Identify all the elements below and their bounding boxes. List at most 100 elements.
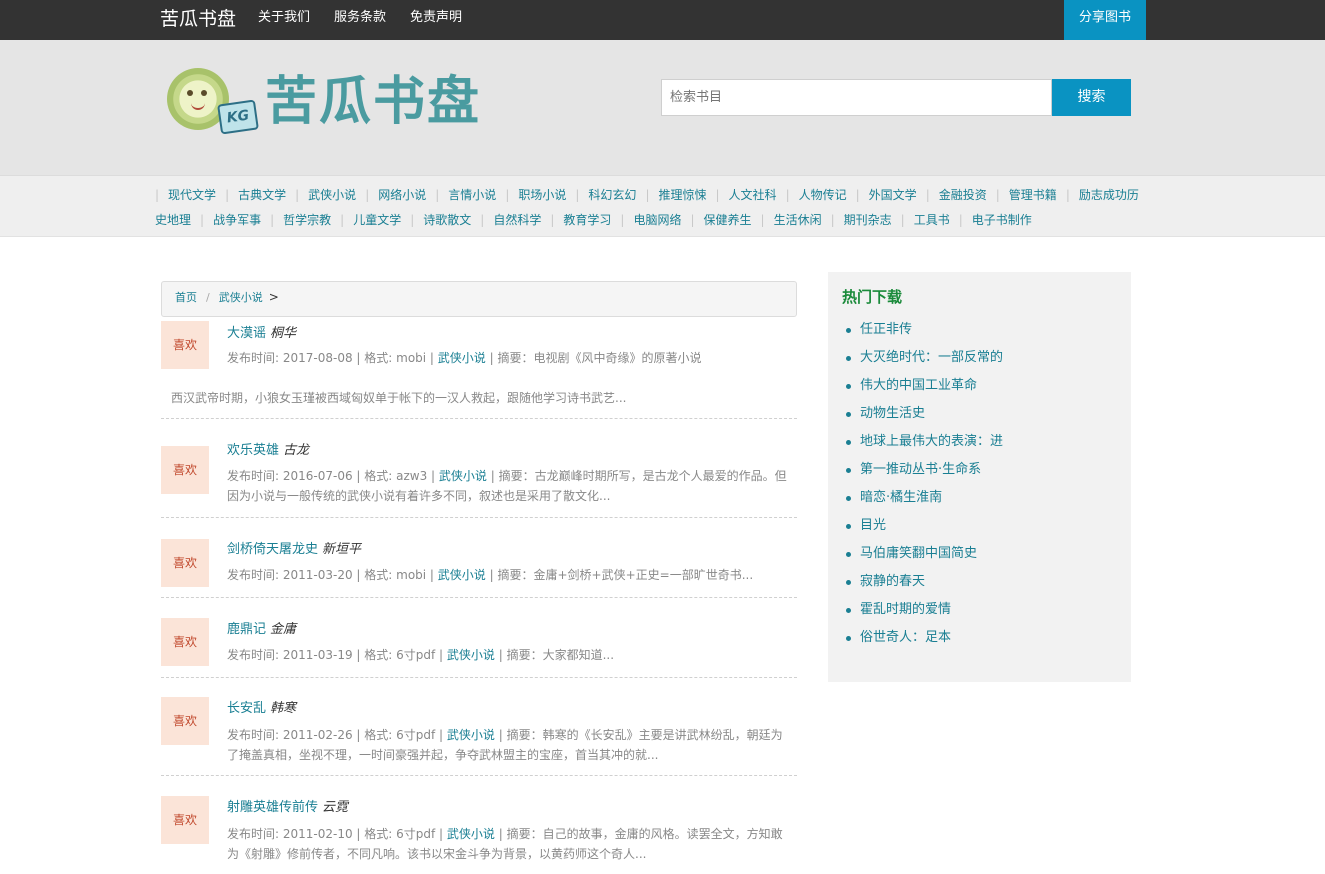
category-link[interactable]: 推理惊悚 [658,188,706,202]
book-category-link[interactable]: 武侠小说 [438,351,486,365]
like-button[interactable]: 喜欢 [161,618,209,666]
category-separator: | [550,213,555,227]
book-category-link[interactable]: 武侠小说 [447,827,495,841]
category-link[interactable]: 管理书籍 [1009,188,1057,202]
breadcrumb-home-link[interactable]: 首页 [175,291,197,304]
category-nav: | 现代文学 | 古典文学 | 武侠小说 | 网络小说 | 言情小说 | 职场小说 | 科幻玄幻 | 推理惊悚… [0,175,1325,237]
like-button[interactable]: 喜欢 [161,796,209,844]
hot-download-link[interactable]: 马伯庸笑翻中国简史 [846,540,1003,568]
book-title[interactable]: 长安乱 [227,701,266,716]
meta-info: 发布时间: 2016-07-06 | 格式: azw3 | [227,469,439,483]
book-title[interactable]: 鹿鼎记 [227,622,266,637]
like-button[interactable]: 喜欢 [161,446,209,494]
category-link[interactable]: 自然科学 [493,213,541,227]
category-link[interactable]: 外国文学 [869,188,917,202]
book-list-item: 喜欢 鹿鼎记 金庸 发布时间: 2011-03-19 | 格式: 6寸pdf | … [161,617,797,678]
like-button[interactable]: 喜欢 [161,539,209,587]
category-separator: | [645,188,650,202]
category-link[interactable]: 工具书 [914,213,950,227]
book-category-link[interactable]: 武侠小说 [447,728,495,742]
category-separator: | [760,213,765,227]
breadcrumb-arrow: > [268,290,279,304]
category-link[interactable]: 哲学宗教 [283,213,331,227]
hot-download-link[interactable]: 暗恋·橘生淮南 [846,484,1003,512]
category-link[interactable]: 金融投资 [939,188,987,202]
logo-title: 苦瓜书盘 [265,72,482,132]
category-link[interactable]: 战争军事 [213,213,261,227]
category-link[interactable]: 武侠小说 [308,188,356,202]
hot-download-link[interactable]: 伟大的中国工业革命 [846,372,1003,400]
hot-download-link[interactable]: 第一推动丛书·生命系 [846,456,1003,484]
book-title[interactable]: 大漠谣 [227,326,266,341]
book-title-link[interactable]: 鹿鼎记 金庸 [227,618,296,637]
category-separator: | [435,188,440,202]
category-link[interactable]: 电子书制作 [972,213,1032,227]
hot-download-link[interactable]: 霍乱时期的爱情 [846,596,1003,624]
category-link[interactable]: 现代文学 [168,188,216,202]
hot-download-link[interactable]: 目光 [846,512,1003,540]
hot-download-link[interactable]: 俗世奇人：足本 [846,624,1003,652]
meta-info: 发布时间: 2017-08-08 | 格式: mobi | [227,351,438,365]
category-link[interactable]: 儿童文学 [353,213,401,227]
book-category-link[interactable]: 武侠小说 [439,469,487,483]
book-author: 韩寒 [270,701,297,716]
nav-terms-link[interactable]: 服务条款 [322,0,398,40]
book-meta: 发布时间: 2016-07-06 | 格式: azw3 | 武侠小说 | 摘要：… [227,466,789,506]
category-link[interactable]: 网络小说 [378,188,426,202]
like-button[interactable]: 喜欢 [161,697,209,745]
category-separator: | [925,188,930,202]
brand-link[interactable]: 苦瓜书盘 [160,6,236,32]
book-category-link[interactable]: 武侠小说 [447,648,495,662]
category-separator: | [995,188,1000,202]
site-logo[interactable]: KG 苦瓜书盘 [165,66,485,138]
hot-download-link[interactable]: 动物生活史 [846,400,1003,428]
category-link[interactable]: 人物传记 [799,188,847,202]
category-link[interactable]: 人文社科 [729,188,777,202]
search-input[interactable] [661,79,1052,116]
category-link[interactable]: 生活休闲 [774,213,822,227]
nav-disclaimer-link[interactable]: 免责声明 [398,0,474,40]
book-title-link[interactable]: 大漠谣 桐华 [227,322,296,341]
book-title[interactable]: 射雕英雄传前传 [227,800,318,815]
hot-download-link[interactable]: 任正非传 [846,316,1003,344]
category-list: | 现代文学 | 古典文学 | 武侠小说 | 网络小说 | 言情小说 | 职场小说 | 科幻玄幻 | 推理惊悚… [155,183,1145,233]
search-button[interactable]: 搜索 [1052,79,1131,116]
category-link[interactable]: 诗歌散文 [423,213,471,227]
book-title[interactable]: 欢乐英雄 [227,443,279,458]
book-meta: 发布时间: 2017-08-08 | 格式: mobi | 武侠小说 | 摘要：… [227,348,789,368]
category-separator: | [715,188,720,202]
hot-download-link[interactable]: 地球上最伟大的表演：进 [846,428,1003,456]
category-link[interactable]: 保健养生 [704,213,752,227]
book-category-link[interactable]: 武侠小说 [438,568,486,582]
share-book-button[interactable]: 分享图书 [1064,0,1146,40]
category-link[interactable]: 科幻玄幻 [588,188,636,202]
book-title-link[interactable]: 射雕英雄传前传 云霓 [227,796,348,815]
book-title-link[interactable]: 欢乐英雄 古龙 [227,439,309,458]
category-link[interactable]: 教育学习 [563,213,611,227]
category-link[interactable]: 电脑网络 [633,213,681,227]
breadcrumb: 首页 / 武侠小说 > [161,281,797,317]
nav-about-link[interactable]: 关于我们 [246,0,322,40]
category-separator: | [505,188,510,202]
category-link[interactable]: 言情小说 [448,188,496,202]
category-link[interactable]: 期刊杂志 [844,213,892,227]
category-link[interactable]: 职场小说 [518,188,566,202]
book-title-link[interactable]: 长安乱 韩寒 [227,697,296,716]
book-title[interactable]: 剑桥倚天屠龙史 [227,542,318,557]
meta-summary: | 摘要：金庸+剑桥+武侠+正史=一部旷世奇书... [485,568,754,582]
book-meta: 发布时间: 2011-03-19 | 格式: 6寸pdf | 武侠小说 | 摘要… [227,645,789,665]
book-meta: 发布时间: 2011-03-20 | 格式: mobi | 武侠小说 | 摘要：… [227,565,789,585]
category-separator: | [830,213,835,227]
category-separator: | [365,188,370,202]
hot-download-link[interactable]: 寂静的春天 [846,568,1003,596]
category-link[interactable]: 励志成功 [1079,188,1127,202]
category-separator: | [855,188,860,202]
book-title-link[interactable]: 剑桥倚天屠龙史 新垣平 [227,538,361,557]
meta-info: 发布时间: 2011-03-19 | 格式: 6寸pdf | [227,648,447,662]
category-link[interactable]: 古典文学 [238,188,286,202]
breadcrumb-current-link[interactable]: 武侠小说 [219,291,263,304]
meta-summary: | 摘要：大家都知道... [494,648,615,662]
like-button[interactable]: 喜欢 [161,321,209,369]
hot-download-link[interactable]: 大灭绝时代：一部反常的 [846,344,1003,372]
hot-downloads-list: 任正非传 大灭绝时代：一部反常的 伟大的中国工业革命 动物生活史 地球上最伟大的表演：进… [846,316,1003,652]
